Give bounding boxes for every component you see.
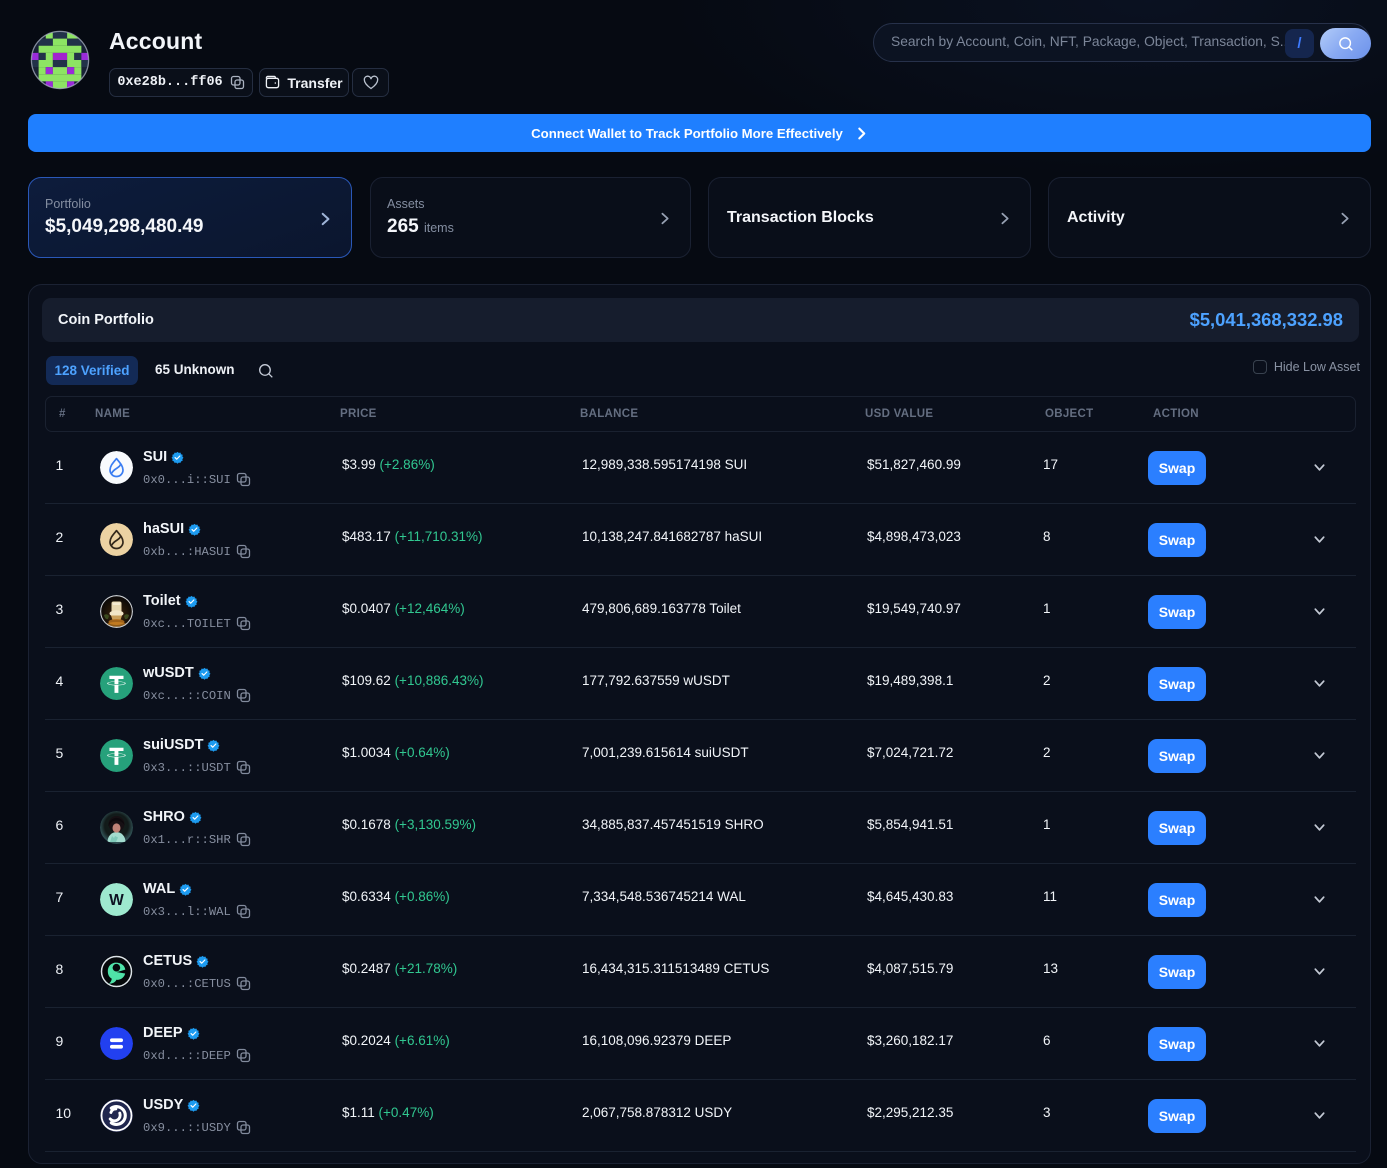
svg-text:W: W xyxy=(109,892,124,909)
